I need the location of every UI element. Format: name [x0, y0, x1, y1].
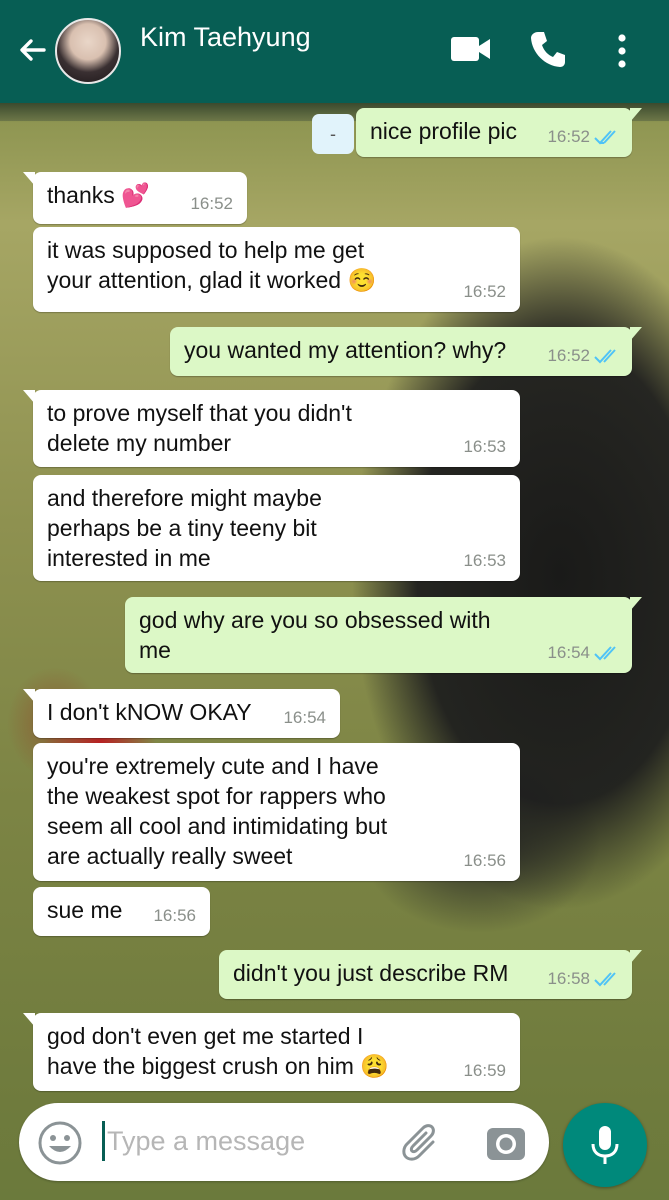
- bubble-tail: [630, 597, 642, 611]
- message-text: you're extremely cute and I have the wea…: [47, 753, 388, 869]
- message-text: god don't even get me started I have the…: [47, 1023, 389, 1079]
- message-input-placeholder[interactable]: Type a message: [107, 1126, 305, 1157]
- read-ticks-icon: [594, 349, 616, 364]
- message-time: 16:56: [463, 851, 506, 870]
- message-outgoing[interactable]: god why are you so obsessed with me 16:5…: [125, 597, 642, 673]
- more-options-icon[interactable]: [615, 34, 629, 68]
- message-text: to prove myself that you didn't delete m…: [47, 400, 352, 456]
- message-incoming[interactable]: god don't even get me started I have the…: [23, 1013, 520, 1091]
- date-chip: -: [312, 114, 354, 154]
- message-time: 16:53: [463, 437, 506, 456]
- message-outgoing[interactable]: you wanted my attention? why? 16:52: [170, 327, 642, 376]
- bubble-tail: [23, 172, 35, 186]
- bubble-tail: [23, 1013, 35, 1027]
- message-composer[interactable]: Type a message: [19, 1103, 549, 1181]
- read-ticks-icon: [594, 646, 616, 661]
- chat-header: Kim Taehyung: [0, 0, 669, 103]
- message-meta: 16:52: [547, 341, 622, 371]
- message-time: 16:58: [547, 969, 590, 988]
- message-time: 16:54: [547, 643, 590, 662]
- bubble-tail: [23, 390, 35, 404]
- bubble-tail: [23, 689, 35, 703]
- message-time: 16:56: [153, 906, 196, 925]
- video-call-icon[interactable]: [450, 34, 492, 64]
- bubble-tail: [630, 108, 642, 122]
- bubble-tail: [630, 950, 642, 964]
- attach-paperclip-icon[interactable]: [399, 1120, 445, 1166]
- message-incoming[interactable]: it was supposed to help me get your atte…: [33, 227, 520, 312]
- message-incoming[interactable]: I don't kNOW OKAY 16:54: [23, 689, 340, 738]
- read-ticks-icon: [594, 130, 616, 145]
- message-time: 16:59: [463, 1061, 506, 1080]
- message-meta: 16:54: [547, 638, 622, 668]
- read-ticks-icon: [594, 972, 616, 987]
- message-incoming[interactable]: you're extremely cute and I have the wea…: [33, 743, 520, 881]
- message-incoming[interactable]: thanks 💕 16:52: [23, 172, 247, 224]
- microphone-icon: [591, 1126, 619, 1164]
- phone-icon[interactable]: [530, 30, 566, 68]
- contact-name[interactable]: Kim Taehyung: [140, 22, 311, 53]
- message-time: 16:52: [547, 127, 590, 146]
- message-incoming[interactable]: to prove myself that you didn't delete m…: [23, 390, 520, 467]
- voice-record-button[interactable]: [563, 1103, 647, 1187]
- message-time: 16:52: [547, 346, 590, 365]
- text-cursor: [102, 1121, 105, 1161]
- camera-icon[interactable]: [485, 1122, 527, 1164]
- emoji-icon[interactable]: [37, 1120, 83, 1166]
- message-time: 16:52: [463, 282, 506, 301]
- message-text: god why are you so obsessed with me: [139, 607, 491, 663]
- message-meta: 16:58: [547, 964, 622, 994]
- contact-avatar[interactable]: [55, 18, 121, 84]
- message-time: 16:54: [283, 708, 326, 727]
- message-time: 16:53: [463, 551, 506, 570]
- message-outgoing[interactable]: nice profile pic 16:52: [356, 108, 642, 157]
- message-outgoing[interactable]: didn't you just describe RM 16:58: [219, 950, 642, 999]
- bubble-tail: [630, 327, 642, 341]
- message-incoming[interactable]: sue me 16:56: [33, 887, 210, 936]
- back-arrow-icon[interactable]: [16, 34, 48, 66]
- message-meta: 16:52: [547, 122, 622, 152]
- message-text: it was supposed to help me get your atte…: [47, 237, 377, 293]
- message-incoming[interactable]: and therefore might maybe perhaps be a t…: [33, 475, 520, 581]
- message-time: 16:52: [190, 194, 233, 213]
- message-text: and therefore might maybe perhaps be a t…: [47, 485, 322, 571]
